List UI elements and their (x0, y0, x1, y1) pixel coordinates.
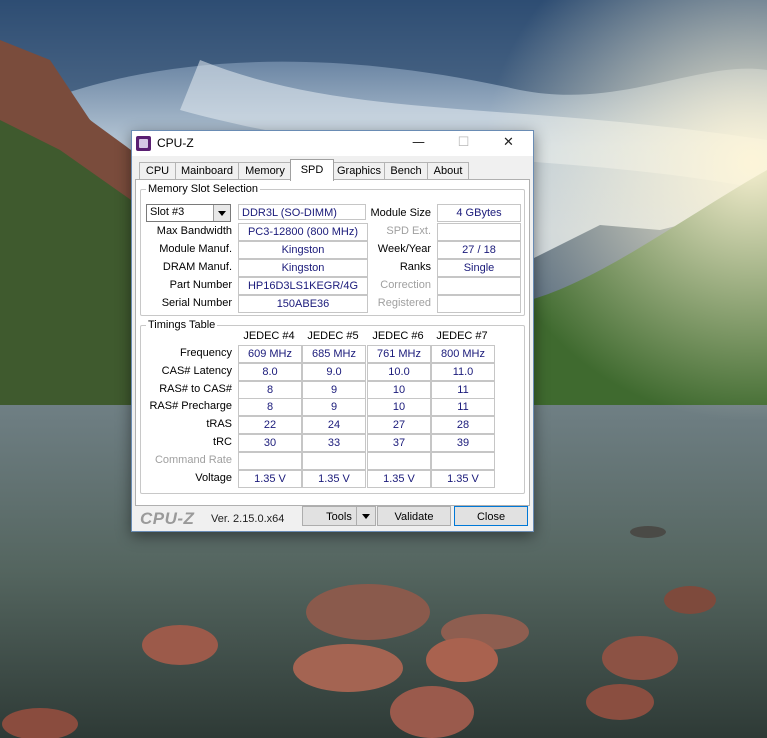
tab-memory[interactable]: Memory (238, 162, 292, 180)
timings-cell: 1.35 V (302, 469, 366, 488)
timings-cell: 24 (302, 416, 366, 435)
maximize-button[interactable]: ☐ (441, 131, 486, 156)
memory-slot-group-title: Memory Slot Selection (146, 183, 261, 195)
timings-row-label: Voltage (195, 471, 232, 484)
chevron-down-icon[interactable] (213, 205, 230, 221)
spd-tab-panel: Memory Slot Selection Slot #3 DDR3L (SO-… (135, 179, 530, 506)
timings-cell (367, 451, 431, 470)
timings-cell (431, 451, 495, 470)
timings-group: Timings Table JEDEC #4 JEDEC #5 JEDEC #6 JE… (140, 319, 525, 494)
slot-select-value: Slot #3 (150, 206, 185, 218)
correction-value (437, 277, 521, 295)
timings-cell: 800 MHz (431, 345, 495, 363)
module-size-label: Module Size (370, 207, 431, 219)
ranks-value: Single (437, 259, 521, 277)
dram-manuf-value: Kingston (238, 259, 368, 277)
timings-cell: 33 (302, 434, 366, 452)
timings-cell: 8.0 (238, 362, 302, 381)
timings-cell: 8 (238, 398, 302, 417)
timings-cell: 37 (367, 434, 431, 452)
window-title: CPU-Z (157, 136, 194, 150)
timings-cell: 39 (431, 434, 495, 452)
timings-cell: 685 MHz (302, 345, 366, 363)
timings-row-label: Frequency (180, 347, 232, 359)
timings-row-label: RAS# to CAS# (159, 382, 232, 395)
timings-cell: 1.35 V (431, 469, 495, 488)
minimize-button[interactable]: — (396, 131, 441, 156)
timings-cell: 10 (367, 398, 431, 417)
validate-button[interactable]: Validate (377, 506, 451, 526)
memory-slot-group: Memory Slot Selection Slot #3 DDR3L (SO-… (140, 183, 525, 316)
chevron-down-icon (362, 514, 370, 519)
version-text: Ver. 2.15.0.x64 (211, 513, 285, 525)
registered-value (437, 295, 521, 313)
cpuz-brand-logo: CPU-Z (140, 509, 195, 528)
cpuz-app-icon (136, 136, 151, 151)
close-button[interactable]: Close (454, 506, 528, 526)
tab-cpu[interactable]: CPU (139, 162, 176, 180)
part-number-value: HP16D3LS1KEGR/4G (238, 277, 368, 295)
timings-cell (238, 451, 302, 470)
timings-cell: 10.0 (367, 362, 431, 381)
timings-column-header: JEDEC #4 (243, 330, 295, 342)
registered-label: Registered (377, 297, 431, 309)
timings-cell: 11 (431, 398, 495, 417)
tools-dropdown-arrow[interactable] (356, 506, 376, 526)
title-bar[interactable]: CPU-Z — ☐ ✕ (132, 131, 533, 156)
week-year-label: Week/Year (377, 243, 431, 255)
memory-type-value: DDR3L (SO-DIMM) (238, 204, 366, 220)
spd-ext-label: SPD Ext. (386, 225, 431, 237)
serial-number-value: 150ABE36 (238, 295, 368, 313)
ranks-label: Ranks (399, 261, 431, 273)
timings-cell: 1.35 V (367, 469, 431, 488)
tab-mainboard[interactable]: Mainboard (175, 162, 239, 180)
module-manuf-label: Module Manuf. (159, 243, 232, 255)
timings-column-header: JEDEC #6 (372, 330, 424, 342)
tab-strip: CPU Mainboard Memory SPD Graphics Bench … (132, 157, 533, 181)
timings-cell: 28 (431, 416, 495, 435)
cpuz-window: CPU-Z — ☐ ✕ CPU Mainboard Memory SPD Gra… (131, 130, 534, 532)
timings-cell: 1.35 V (238, 469, 302, 488)
timings-cell: 27 (367, 416, 431, 435)
part-number-label: Part Number (169, 279, 232, 291)
module-size-value: 4 GBytes (437, 204, 521, 222)
max-bandwidth-label: Max Bandwidth (156, 225, 232, 237)
timings-cell: 9 (302, 398, 366, 417)
timings-cell: 761 MHz (367, 345, 431, 363)
timings-column-header: JEDEC #7 (436, 330, 488, 342)
slot-select[interactable]: Slot #3 (146, 204, 231, 222)
week-year-value: 27 / 18 (437, 241, 521, 259)
timings-cell: 11.0 (431, 362, 495, 381)
tools-button-label: Tools (326, 511, 352, 523)
correction-label: Correction (380, 279, 431, 291)
dram-manuf-label: DRAM Manuf. (162, 261, 232, 273)
tab-spd[interactable]: SPD (290, 159, 334, 181)
timings-cell: 30 (238, 434, 302, 452)
serial-number-label: Serial Number (161, 297, 232, 309)
spd-ext-value (437, 223, 521, 241)
timings-cell: 22 (238, 416, 302, 435)
module-manuf-value: Kingston (238, 241, 368, 259)
timings-column-header: JEDEC #5 (307, 330, 359, 342)
timings-row-label: RAS# Precharge (149, 400, 232, 413)
tab-bench[interactable]: Bench (384, 162, 428, 180)
timings-cell: 11 (431, 380, 495, 399)
timings-row-label: tRC (213, 436, 232, 448)
timings-row-label: tRAS (206, 418, 232, 431)
timings-group-title: Timings Table (146, 319, 218, 331)
close-window-button[interactable]: ✕ (486, 131, 531, 156)
timings-cell: 10 (367, 380, 431, 399)
timings-cell: 609 MHz (238, 345, 302, 363)
timings-cell: 8 (238, 380, 302, 399)
timings-cell: 9 (302, 380, 366, 399)
timings-row-label: CAS# Latency (161, 364, 232, 377)
timings-cell: 9.0 (302, 362, 366, 381)
timings-row-label: Command Rate (154, 453, 232, 466)
timings-cell (302, 451, 366, 470)
tab-about[interactable]: About (427, 162, 469, 180)
max-bandwidth-value: PC3-12800 (800 MHz) (238, 223, 368, 241)
tab-graphics[interactable]: Graphics (333, 162, 385, 180)
